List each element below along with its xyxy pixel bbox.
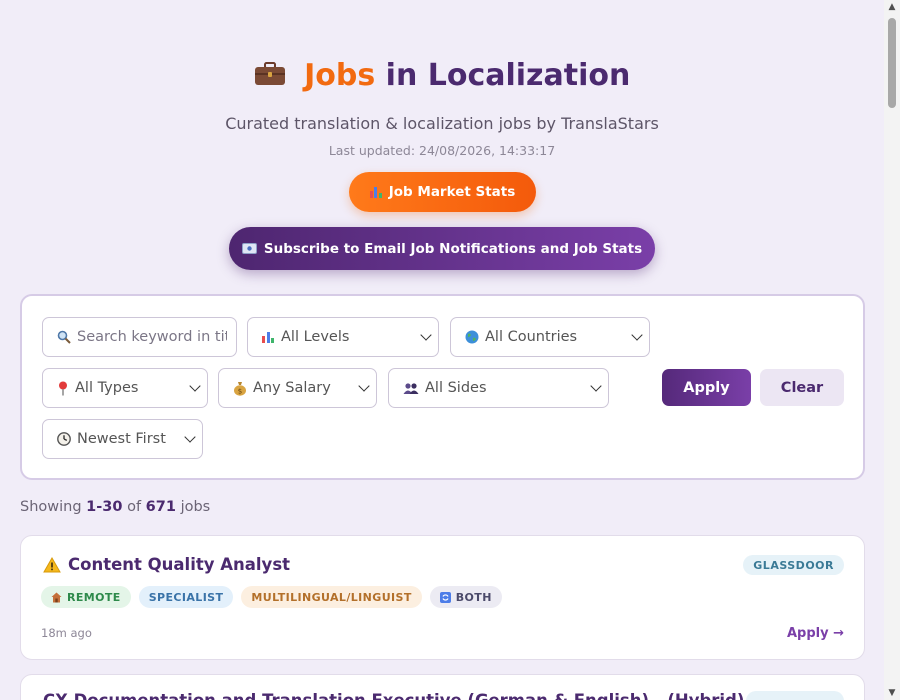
results-range: 1-30 bbox=[86, 499, 123, 515]
tag-multilingual: MULTILINGUAL/LINGUIST bbox=[241, 586, 422, 608]
source-badge: GLASSDOOR bbox=[743, 555, 844, 575]
sort-value: Newest First bbox=[77, 431, 166, 447]
sort-select[interactable]: Newest First bbox=[42, 419, 203, 459]
tag-both-label: BOTH bbox=[455, 590, 492, 604]
job-market-stats-label: Job Market Stats bbox=[388, 184, 516, 200]
chart-icon bbox=[369, 186, 383, 198]
side-select[interactable]: All Sides bbox=[388, 368, 609, 408]
clear-filters-button[interactable]: Clear bbox=[760, 369, 844, 406]
country-select[interactable]: All Countries bbox=[450, 317, 650, 357]
source-badge bbox=[746, 691, 844, 700]
side-value: All Sides bbox=[425, 380, 487, 396]
page-subtitle: Curated translation & localization jobs … bbox=[225, 114, 659, 133]
search-input[interactable] bbox=[42, 317, 237, 357]
title-accent: Jobs bbox=[304, 58, 376, 93]
pin-icon bbox=[59, 381, 67, 395]
tag-list: REMOTE SPECIALIST MULTILINGUAL/LINGUIST … bbox=[41, 586, 502, 608]
tag-both: BOTH bbox=[429, 586, 502, 608]
salary-value: Any Salary bbox=[253, 380, 331, 396]
apply-filters-button[interactable]: Apply bbox=[662, 369, 751, 406]
scroll-up-arrow-icon[interactable]: ▲ bbox=[887, 2, 897, 12]
chart-icon bbox=[262, 331, 275, 343]
page: Jobs in Localization Curated translation… bbox=[0, 0, 884, 700]
tag-specialist: SPECIALIST bbox=[138, 586, 234, 608]
job-card[interactable]: Content Quality Analyst GLASSDOOR REMOTE… bbox=[20, 535, 865, 660]
warning-icon bbox=[43, 556, 61, 572]
chevron-down-icon bbox=[631, 329, 643, 341]
subscribe-label: Subscribe to Email Job Notifications and… bbox=[263, 240, 643, 257]
scroll-down-arrow-icon[interactable]: ▼ bbox=[887, 688, 897, 698]
repeat-icon bbox=[439, 591, 451, 603]
scroll-thumb[interactable] bbox=[888, 18, 896, 108]
svg-text:$: $ bbox=[238, 387, 242, 395]
results-count: Showing 1-30 of 671 jobs bbox=[20, 499, 210, 515]
money-bag-icon: $ bbox=[234, 381, 246, 396]
chevron-down-icon bbox=[184, 431, 196, 443]
chevron-down-icon bbox=[358, 380, 370, 392]
tag-remote-label: REMOTE bbox=[67, 590, 121, 604]
job-title[interactable]: CX Documentation and Translation Executi… bbox=[43, 691, 744, 700]
chevron-down-icon bbox=[189, 380, 201, 392]
results-prefix: Showing bbox=[20, 499, 82, 515]
envelope-icon bbox=[241, 243, 257, 254]
briefcase-icon bbox=[254, 61, 285, 85]
job-title[interactable]: Content Quality Analyst bbox=[43, 555, 290, 574]
job-card[interactable]: CX Documentation and Translation Executi… bbox=[20, 674, 865, 700]
filter-panel: All Levels All Countries All Types $ bbox=[20, 294, 865, 480]
job-market-stats-button[interactable]: Job Market Stats bbox=[349, 172, 536, 212]
apply-link[interactable]: Apply → bbox=[787, 626, 844, 641]
type-select[interactable]: All Types bbox=[42, 368, 208, 408]
posted-time: 18m ago bbox=[41, 626, 92, 640]
chevron-down-icon bbox=[590, 380, 602, 392]
level-select[interactable]: All Levels bbox=[247, 317, 439, 357]
results-suffix: jobs bbox=[180, 499, 211, 515]
last-updated: Last updated: 24/08/2026, 14:33:17 bbox=[328, 143, 556, 158]
search-text[interactable] bbox=[77, 329, 227, 345]
salary-select[interactable]: $ Any Salary bbox=[218, 368, 377, 408]
job-title-text: Content Quality Analyst bbox=[68, 555, 291, 574]
country-value: All Countries bbox=[485, 329, 578, 345]
subscribe-button[interactable]: Subscribe to Email Job Notifications and… bbox=[229, 227, 655, 270]
people-icon bbox=[403, 382, 419, 394]
tag-remote: REMOTE bbox=[41, 586, 131, 608]
house-icon bbox=[51, 592, 62, 602]
results-total: 671 bbox=[145, 499, 176, 515]
type-value: All Types bbox=[75, 380, 139, 396]
search-icon bbox=[57, 330, 71, 344]
title-rest: in Localization bbox=[385, 58, 631, 93]
level-value: All Levels bbox=[281, 329, 350, 345]
globe-icon bbox=[465, 330, 479, 344]
chevron-down-icon bbox=[420, 329, 432, 341]
page-title: Jobs in Localization bbox=[0, 58, 884, 93]
results-of: of bbox=[127, 499, 142, 515]
clock-icon bbox=[57, 432, 71, 446]
vertical-scrollbar[interactable]: ▲ ▼ bbox=[884, 0, 900, 700]
